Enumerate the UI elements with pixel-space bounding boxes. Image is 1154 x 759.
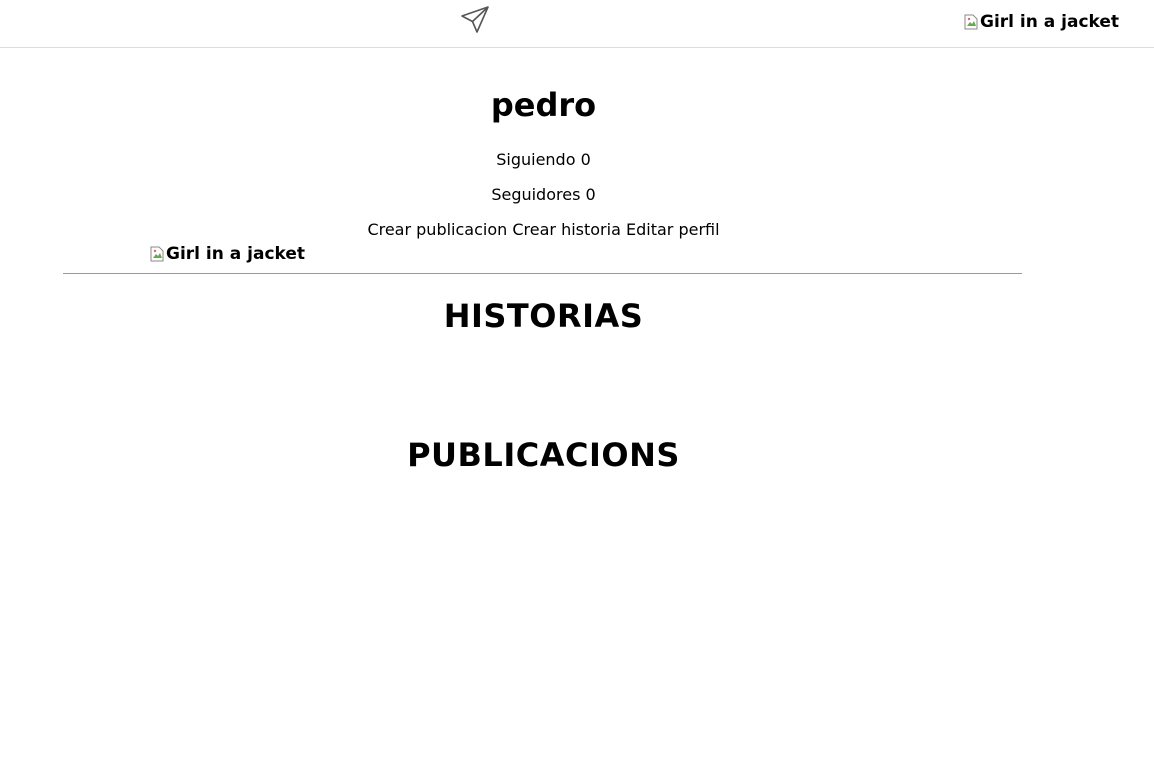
- followers-stat[interactable]: Seguidores 0: [0, 185, 1087, 204]
- section-divider: [63, 273, 1022, 274]
- profile-picture: Girl in a jacket: [150, 244, 305, 264]
- edit-profile-link[interactable]: Editar perfil: [626, 220, 720, 239]
- profile-actions: Crear publicacion Crear historia Editar …: [0, 220, 1087, 239]
- create-story-link[interactable]: Crear historia: [512, 220, 621, 239]
- followers-label: Seguidores: [491, 185, 581, 204]
- paper-plane-icon: [461, 6, 489, 33]
- stories-heading: HISTORIAS: [443, 297, 644, 335]
- profile-picture-alt-text: Girl in a jacket: [166, 244, 306, 264]
- profile-username: pedro: [490, 86, 597, 124]
- top-navigation-bar: Girl in a jacket: [0, 0, 1154, 48]
- broken-image-icon: [964, 14, 978, 30]
- following-label: Siguiendo: [496, 150, 576, 169]
- user-avatar-image[interactable]: Girl in a jacket: [964, 12, 1119, 32]
- create-post-link[interactable]: Crear publicacion: [367, 220, 507, 239]
- broken-image-icon: [150, 246, 164, 262]
- posts-heading: PUBLICACIONS: [407, 436, 680, 474]
- avatar-alt-text: Girl in a jacket: [980, 12, 1120, 32]
- send-message-button[interactable]: [459, 4, 491, 36]
- following-stat[interactable]: Siguiendo 0: [0, 150, 1087, 169]
- followers-count: 0: [585, 185, 596, 204]
- following-count: 0: [580, 150, 591, 169]
